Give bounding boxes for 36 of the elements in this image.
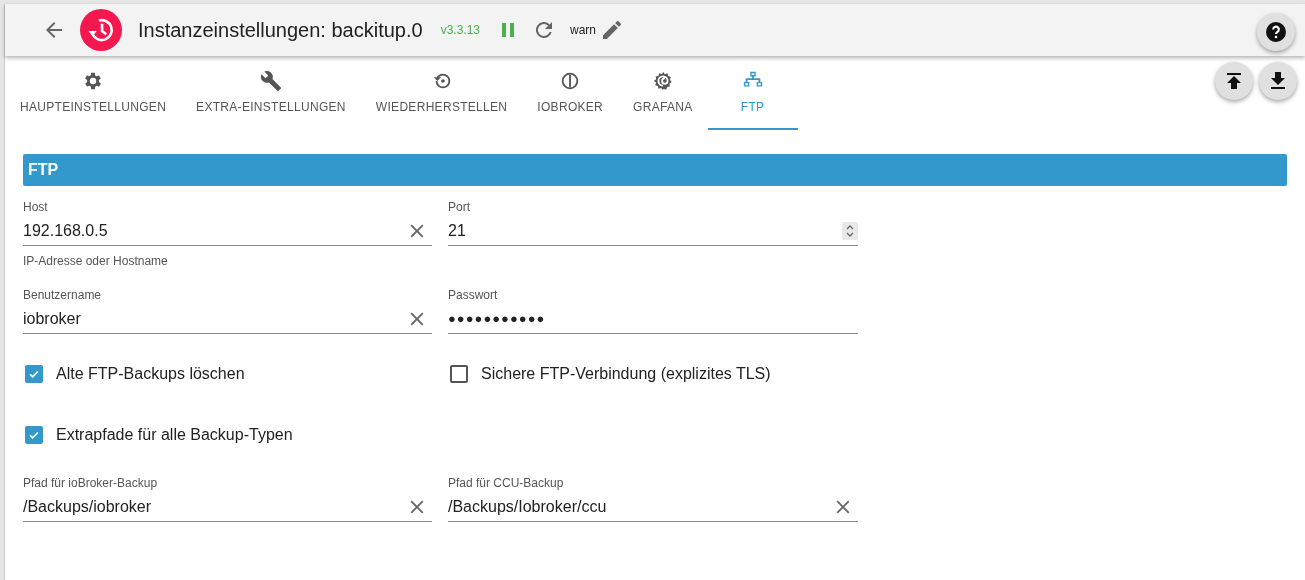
checkbox[interactable] [25, 426, 43, 444]
help-icon [1264, 20, 1288, 44]
input-field[interactable]: 192.168.0.5 [23, 220, 432, 246]
field-label: Pfad für CCU-Backup [448, 476, 565, 490]
helper-text: IP-Adresse oder Hostname [23, 254, 169, 268]
checkbox-label: Extrapfade für alle Backup-Typen [56, 426, 293, 444]
spinner-icon[interactable] [842, 221, 858, 240]
field-label: Pfad für ioBroker-Backup [23, 476, 159, 490]
version-label: v3.3.13 [440, 23, 480, 37]
checkbox[interactable] [25, 365, 43, 383]
tab[interactable]: GRAFANA [618, 64, 708, 130]
checkbox-label: Sichere FTP-Verbindung (explizites TLS) [481, 365, 771, 383]
checkbox-label: Alte FTP-Backups löschen [56, 365, 245, 383]
input-field[interactable]: 21 [448, 220, 858, 246]
tab[interactable]: HAUPTEINSTELLUNGEN [5, 64, 182, 130]
checkbox[interactable] [450, 365, 468, 383]
input-field[interactable]: /Backups/iobroker [23, 496, 432, 522]
window-title: Instanzeinstellungen: backitup.0 [138, 18, 423, 42]
input-field[interactable]: /Backups/Iobroker/ccu [448, 496, 858, 522]
help-button[interactable] [1257, 13, 1295, 51]
grafana-icon [651, 70, 674, 92]
password-field[interactable]: ●●●●●●●●●●● [448, 308, 858, 334]
input-field[interactable]: iobroker [23, 308, 432, 334]
tab[interactable]: WIEDERHERSTELLEN [360, 64, 523, 130]
wrench-icon [259, 70, 282, 92]
field-label: Port [448, 200, 471, 214]
upload-button[interactable] [1215, 62, 1253, 100]
download-button[interactable] [1259, 62, 1297, 100]
field-label: Host [23, 200, 49, 214]
tab[interactable]: EXTRA-EINSTELLUNGEN [181, 64, 361, 130]
field-label: Benutzername [23, 288, 103, 302]
log-level-label: warn [570, 23, 597, 37]
logo-icon [80, 9, 122, 51]
tab[interactable]: IOBROKER [522, 64, 619, 130]
section-header: FTP [23, 154, 1287, 186]
field-label: Passwort [448, 288, 499, 302]
